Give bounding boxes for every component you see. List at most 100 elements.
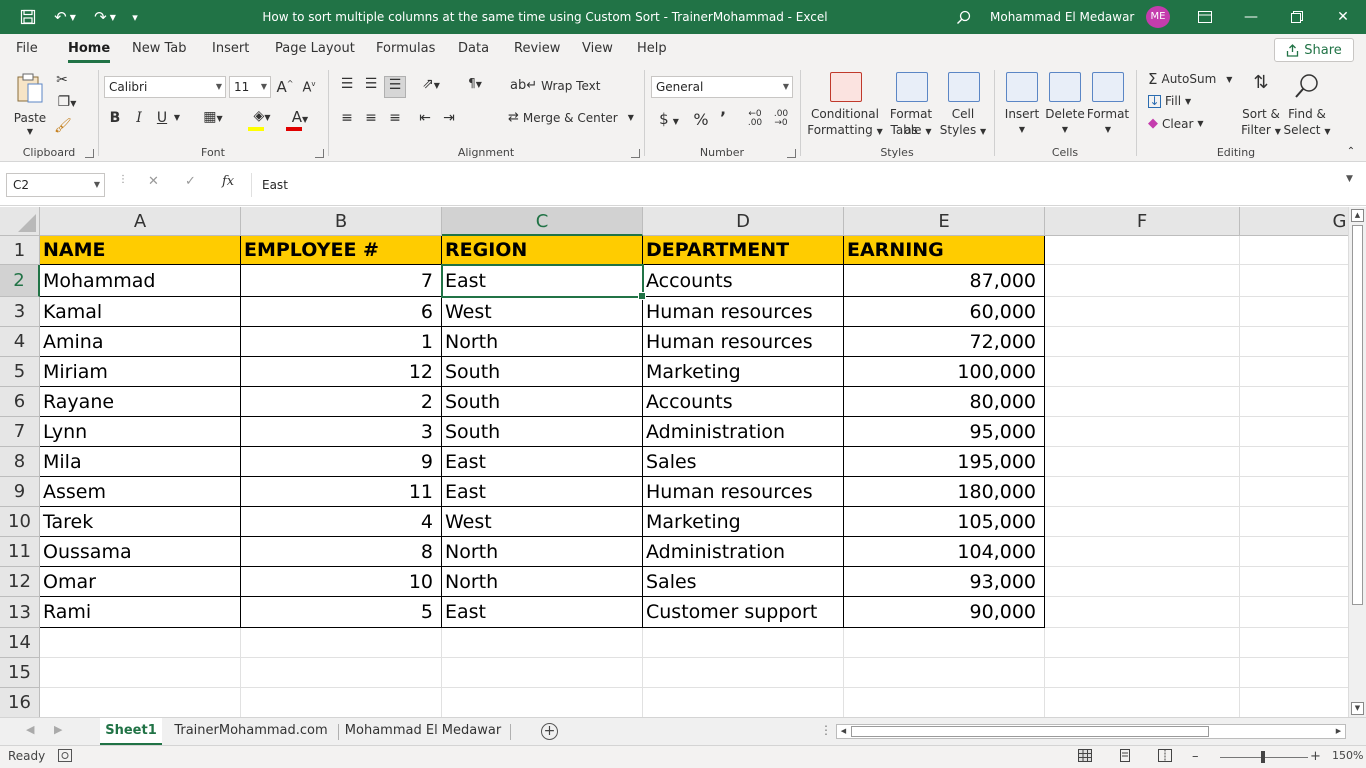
cell-f13[interactable]	[1045, 597, 1240, 628]
cell-f9[interactable]	[1045, 477, 1240, 507]
cell-g5[interactable]	[1240, 357, 1348, 387]
paste-button[interactable]: Paste ▼	[10, 70, 50, 138]
cell-f6[interactable]	[1045, 387, 1240, 417]
number-launcher-icon[interactable]	[787, 149, 796, 158]
cell-c6[interactable]: South	[442, 387, 643, 417]
previous-sheet-icon[interactable]: ◀	[26, 723, 34, 736]
tab-split-handle-icon[interactable]: ⋮	[820, 723, 832, 737]
cell-a1[interactable]: NAME	[40, 236, 241, 265]
search-icon[interactable]	[952, 0, 974, 34]
column-header-a[interactable]: A	[40, 207, 241, 236]
collapse-ribbon-icon[interactable]: ⌃	[1344, 146, 1358, 157]
cell-g7[interactable]	[1240, 417, 1348, 447]
cell-e14[interactable]	[844, 628, 1045, 658]
tab-file[interactable]: File	[16, 34, 38, 64]
accessibility-icon[interactable]	[58, 749, 72, 765]
font-color-icon[interactable]: A▼	[284, 108, 316, 131]
merge-center-button[interactable]: ⇄ Merge & Center ▼	[508, 110, 634, 125]
add-sheet-icon[interactable]: +	[541, 723, 558, 740]
delete-cells-button[interactable]: Delete ▼	[1044, 70, 1086, 142]
cell-g10[interactable]	[1240, 507, 1348, 537]
cell-b7[interactable]: 3	[241, 417, 442, 447]
text-direction-icon[interactable]: ¶▼	[460, 76, 490, 90]
row-header-4[interactable]: 4	[0, 327, 40, 357]
clear-button[interactable]: ◆ Clear ▼	[1148, 116, 1204, 131]
cell-e8[interactable]: 195,000	[844, 447, 1045, 477]
redo-icon[interactable]: ↷ ▼	[88, 0, 122, 34]
formula-input[interactable]: East	[251, 173, 1360, 197]
cell-b8[interactable]: 9	[241, 447, 442, 477]
align-right-icon[interactable]: ≡	[386, 110, 404, 126]
cell-b13[interactable]: 5	[241, 597, 442, 628]
cell-f5[interactable]	[1045, 357, 1240, 387]
cell-f2[interactable]	[1045, 265, 1240, 297]
close-icon[interactable]: ✕	[1320, 0, 1366, 34]
autosum-button[interactable]: Σ AutoSum ▼	[1148, 70, 1232, 88]
cell-d1[interactable]: DEPARTMENT	[643, 236, 844, 265]
cell-a3[interactable]: Kamal	[40, 297, 241, 327]
cell-e12[interactable]: 93,000	[844, 567, 1045, 597]
row-header-14[interactable]: 14	[0, 628, 40, 658]
scroll-down-icon[interactable]: ▼	[1351, 702, 1364, 715]
row-header-2[interactable]: 2	[0, 265, 40, 297]
page-layout-view-icon[interactable]	[1118, 749, 1132, 765]
cell-f15[interactable]	[1045, 658, 1240, 688]
sheet-tab-sheet1[interactable]: Sheet1	[100, 718, 162, 745]
cell-g3[interactable]	[1240, 297, 1348, 327]
scroll-left-icon[interactable]: ◀	[837, 725, 850, 738]
alignment-launcher-icon[interactable]	[631, 149, 640, 158]
cell-g11[interactable]	[1240, 537, 1348, 567]
expand-formula-bar-icon[interactable]: ▼	[1346, 174, 1353, 184]
underline-button[interactable]: U	[155, 110, 169, 126]
cell-e15[interactable]	[844, 658, 1045, 688]
cell-f4[interactable]	[1045, 327, 1240, 357]
fill-color-icon[interactable]: ◈▼	[246, 108, 278, 131]
row-header-16[interactable]: 16	[0, 688, 40, 717]
cell-e7[interactable]: 95,000	[844, 417, 1045, 447]
cell-styles-button[interactable]: Cell Styles ▼	[938, 70, 988, 142]
row-header-5[interactable]: 5	[0, 357, 40, 387]
zoom-in-icon[interactable]: +	[1310, 749, 1321, 764]
row-header-8[interactable]: 8	[0, 447, 40, 477]
cell-c14[interactable]	[442, 628, 643, 658]
cell-b10[interactable]: 4	[241, 507, 442, 537]
cell-d10[interactable]: Marketing	[643, 507, 844, 537]
avatar[interactable]: ME	[1146, 6, 1170, 28]
scroll-right-icon[interactable]: ▶	[1332, 725, 1345, 738]
decrease-decimal-icon[interactable]: .00 →0	[770, 110, 792, 128]
cell-c15[interactable]	[442, 658, 643, 688]
horizontal-scroll-thumb[interactable]	[851, 726, 1209, 737]
cell-f12[interactable]	[1045, 567, 1240, 597]
column-header-c[interactable]: C	[442, 207, 643, 236]
select-all-button[interactable]	[0, 207, 40, 236]
sheet-tab-mohammad-el-medawar[interactable]: Mohammad El Medawar	[340, 718, 506, 745]
cell-c11[interactable]: North	[442, 537, 643, 567]
cut-icon[interactable]: ✂	[54, 72, 70, 88]
row-header-7[interactable]: 7	[0, 417, 40, 447]
column-header-e[interactable]: E	[844, 207, 1045, 236]
cell-a12[interactable]: Omar	[40, 567, 241, 597]
cell-c12[interactable]: North	[442, 567, 643, 597]
cell-a11[interactable]: Oussama	[40, 537, 241, 567]
format-as-table-button[interactable]: Format as Table ▼	[882, 70, 940, 142]
cell-d16[interactable]	[643, 688, 844, 717]
cell-c8[interactable]: East	[442, 447, 643, 477]
tab-formulas[interactable]: Formulas	[376, 34, 435, 64]
cell-d12[interactable]: Sales	[643, 567, 844, 597]
row-header-6[interactable]: 6	[0, 387, 40, 417]
cell-b2[interactable]: 7	[241, 265, 442, 297]
save-icon[interactable]	[16, 0, 40, 34]
cell-b14[interactable]	[241, 628, 442, 658]
cell-g14[interactable]	[1240, 628, 1348, 658]
cell-e6[interactable]: 80,000	[844, 387, 1045, 417]
page-break-view-icon[interactable]	[1158, 749, 1172, 765]
cell-e10[interactable]: 105,000	[844, 507, 1045, 537]
format-cells-button[interactable]: Format ▼	[1086, 70, 1130, 142]
customize-toolbar-icon[interactable]: ▾	[126, 0, 144, 34]
font-size-select[interactable]: 11 ▼	[229, 76, 271, 98]
cell-a15[interactable]	[40, 658, 241, 688]
cell-d11[interactable]: Administration	[643, 537, 844, 567]
increase-decimal-icon[interactable]: ←0.00	[744, 110, 766, 128]
bold-button[interactable]: B	[108, 110, 122, 126]
decrease-font-size-icon[interactable]: Av	[300, 80, 318, 95]
